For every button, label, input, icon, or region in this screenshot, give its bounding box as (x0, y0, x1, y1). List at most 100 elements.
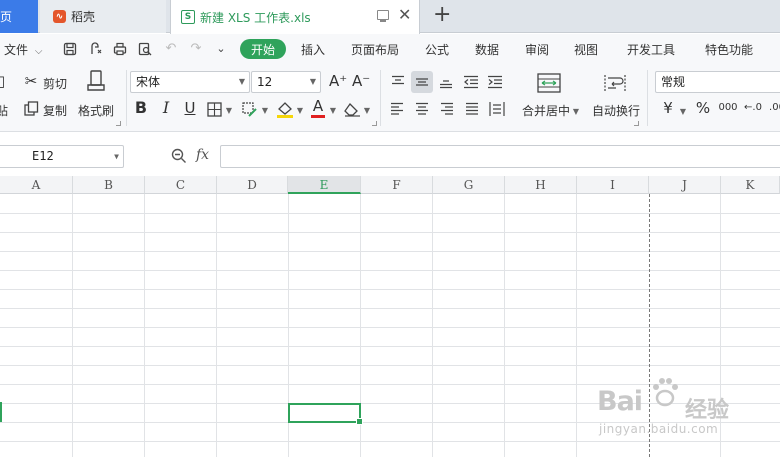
zoom-icon[interactable] (171, 148, 187, 164)
borders-icon[interactable] (207, 102, 222, 117)
baidu-jingyan-watermark: Bai 经验 jingyan.baidu.com (597, 376, 777, 442)
percent-icon[interactable]: % (695, 100, 711, 116)
chevron-down-icon[interactable]: ▼ (329, 103, 337, 119)
chevron-down-icon: ⌵ (34, 46, 43, 57)
print-icon[interactable] (113, 42, 127, 56)
align-top-button[interactable] (387, 71, 409, 93)
column-header-c[interactable]: C (145, 176, 217, 194)
fill-color-icon[interactable] (276, 100, 294, 118)
tab-document[interactable]: S 新建 XLS 工作表.xls ✕ (170, 0, 420, 34)
name-box[interactable]: E12 ▼ (0, 145, 124, 168)
column-header-i[interactable]: I (577, 176, 649, 194)
merge-center-button[interactable]: 合并居中 (522, 102, 570, 119)
save-icon[interactable] (63, 42, 77, 56)
align-right-icon[interactable] (440, 102, 454, 116)
decrease-indent-icon[interactable] (463, 75, 479, 89)
menu-file[interactable]: 文件 ⌵ (4, 41, 42, 58)
chevron-down-icon[interactable]: ▼ (679, 104, 687, 120)
scissors-icon[interactable]: ✂ (23, 73, 39, 89)
daoke-logo-icon: ∿ (53, 10, 66, 23)
formula-input[interactable] (220, 145, 780, 168)
justify-icon[interactable] (465, 102, 479, 116)
font-group-launcher[interactable] (372, 121, 377, 126)
ribbon-separator (647, 70, 648, 126)
menu-tab-data[interactable]: 数据 (475, 41, 499, 58)
currency-icon[interactable]: ¥ (660, 100, 676, 116)
font-size-combo[interactable]: 12 ▼ (251, 71, 321, 93)
decrease-decimal-icon[interactable]: .00 (766, 100, 780, 116)
increase-font-size-icon[interactable]: A⁺ (329, 73, 347, 89)
column-header-h[interactable]: H (505, 176, 577, 194)
align-center-icon[interactable] (415, 102, 429, 116)
menu-tab-review[interactable]: 审阅 (525, 41, 549, 58)
clipboard-group-launcher[interactable] (116, 121, 121, 126)
font-color-icon[interactable]: A (311, 98, 325, 114)
cut-button[interactable]: 剪切 (43, 75, 67, 92)
chevron-down-icon[interactable]: ▼ (363, 103, 371, 119)
column-header-g[interactable]: G (433, 176, 505, 194)
watermark-url: jingyan.baidu.com (599, 422, 719, 436)
menu-tab-formula[interactable]: 公式 (425, 41, 449, 58)
copy-button[interactable]: 复制 (43, 102, 67, 119)
wrap-text-button[interactable]: 自动换行 (592, 102, 640, 119)
chevron-down-icon[interactable]: ▼ (572, 104, 580, 120)
menu-tab-start-label: 开始 (250, 42, 275, 57)
align-bottom-button[interactable] (435, 71, 457, 93)
column-header-b[interactable]: B (73, 176, 145, 194)
ribbon-separator (380, 70, 381, 126)
monitor-icon[interactable] (377, 10, 389, 22)
ribbon-home: ▯ 贴 ✂ 剪切 复制 格式刷 宋体 ▼ 12 ▼ A⁺ A⁻ B I U ▼ … (0, 64, 780, 132)
cell-style-icon[interactable] (242, 102, 258, 118)
new-tab-plus-icon[interactable]: + (433, 4, 451, 26)
number-format-combo[interactable]: 常规 (655, 71, 780, 93)
menu-tab-view[interactable]: 视图 (574, 41, 598, 58)
menu-tab-insert[interactable]: 插入 (301, 41, 325, 58)
chevron-down-icon[interactable]: ▼ (225, 103, 233, 119)
decrease-font-size-icon[interactable]: A⁻ (352, 73, 370, 89)
export-pdf-icon[interactable] (89, 42, 103, 56)
wrap-text-icon[interactable] (603, 73, 627, 93)
chevron-down-icon[interactable]: ▼ (261, 103, 269, 119)
bold-button[interactable]: B (134, 100, 148, 116)
menu-tab-page-layout[interactable]: 页面布局 (351, 41, 399, 58)
redo-icon[interactable]: ↷ (189, 42, 203, 56)
tab-daoke[interactable]: ∿ 稻壳 (40, 0, 166, 33)
copy-icon[interactable] (24, 101, 39, 116)
close-tab-icon[interactable]: ✕ (398, 7, 411, 23)
paste-icon[interactable]: ▯ (0, 73, 8, 89)
underline-button[interactable]: U (183, 100, 197, 116)
column-header-d[interactable]: D (217, 176, 288, 194)
font-name-combo[interactable]: 宋体 ▼ (130, 71, 250, 93)
column-header-a[interactable]: A (0, 176, 73, 194)
thousands-separator-icon[interactable]: 000 (718, 100, 738, 116)
increase-decimal-icon[interactable]: ←.0 (742, 100, 764, 116)
active-cell-e12[interactable] (288, 403, 363, 425)
column-header-k[interactable]: K (721, 176, 780, 194)
alignment-group-launcher[interactable] (634, 121, 639, 126)
name-box-value: E12 (32, 149, 54, 163)
insert-function-button[interactable]: fx (196, 147, 209, 163)
menu-tab-special[interactable]: 特色功能 (705, 41, 753, 58)
customize-toolbar-icon[interactable]: ⌄ (214, 42, 228, 56)
eraser-icon[interactable] (344, 101, 361, 117)
print-preview-icon[interactable] (138, 42, 152, 56)
chevron-down-icon[interactable]: ▼ (296, 103, 304, 119)
chevron-down-icon: ▼ (238, 77, 245, 86)
menu-tab-start[interactable]: 开始 (240, 39, 286, 59)
align-middle-button[interactable] (411, 71, 433, 93)
column-header-e[interactable]: E (288, 176, 361, 194)
italic-button[interactable]: I (159, 100, 173, 116)
menu-tab-developer[interactable]: 开发工具 (627, 41, 675, 58)
merge-center-icon[interactable] (537, 73, 561, 93)
column-header-f[interactable]: F (361, 176, 433, 194)
increase-indent-icon[interactable] (487, 75, 503, 89)
tab-home-label: 页 (0, 10, 13, 24)
column-header-j[interactable]: J (649, 176, 721, 194)
format-painter-button[interactable]: 格式刷 (78, 102, 114, 119)
font-size-value: 12 (257, 75, 273, 89)
distributed-align-icon[interactable] (489, 101, 505, 117)
tab-home[interactable]: 页 (0, 0, 38, 33)
align-left-icon[interactable] (390, 102, 404, 116)
undo-icon[interactable]: ↶ (164, 42, 178, 56)
format-painter-icon[interactable] (86, 70, 106, 96)
